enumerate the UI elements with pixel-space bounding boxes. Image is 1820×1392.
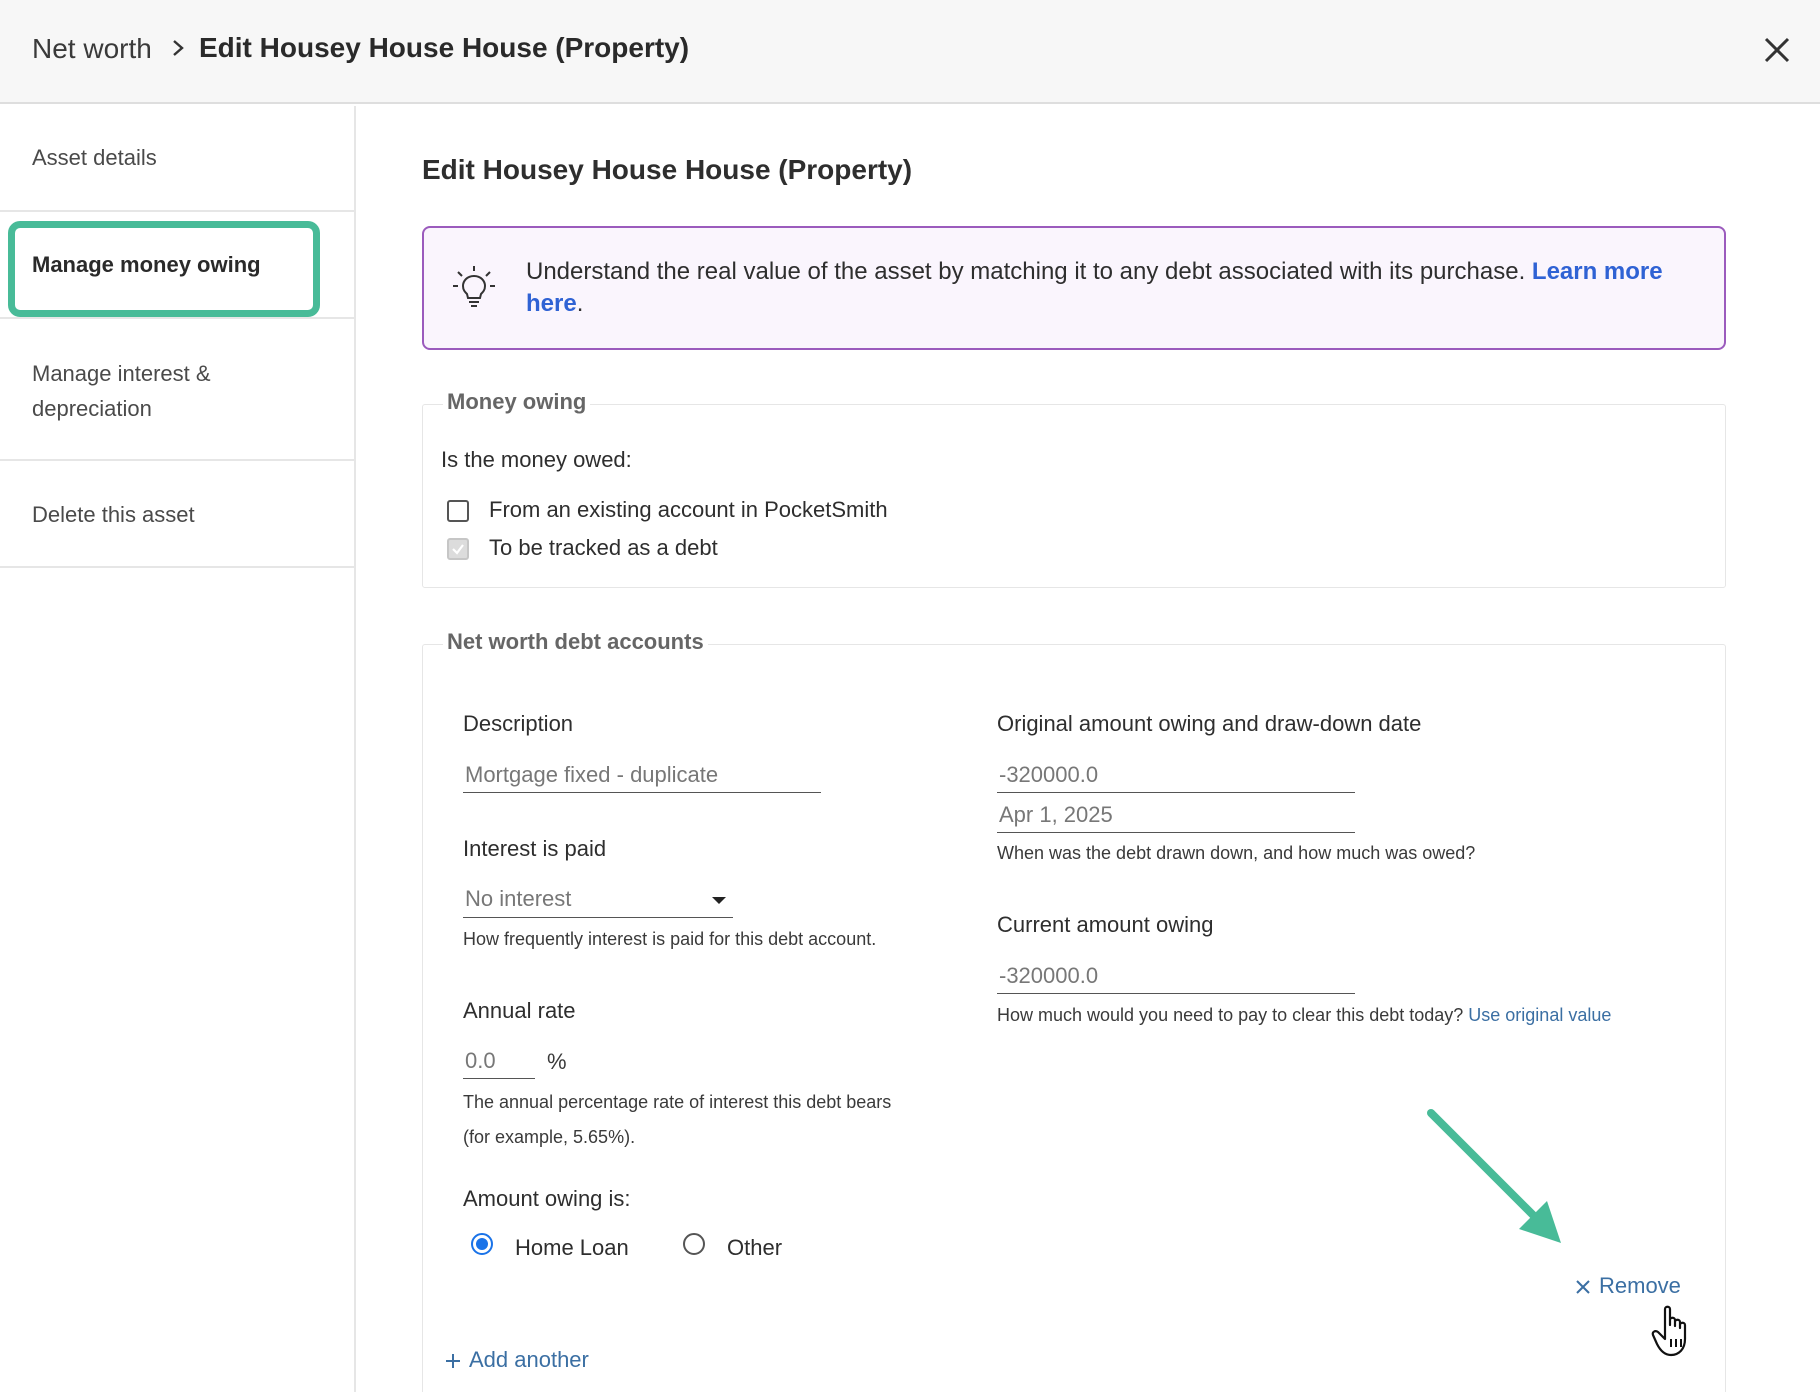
radio-other[interactable]: Other [683, 1229, 813, 1265]
close-icon[interactable] [1762, 35, 1792, 65]
original-amount-input[interactable] [997, 757, 1355, 793]
remove-button[interactable]: Remove [1571, 1269, 1691, 1305]
money-owing-legend: Money owing [443, 389, 591, 415]
info-text: Understand the real value of the asset b… [526, 256, 1706, 320]
radio-home-loan[interactable]: Home Loan [471, 1229, 641, 1265]
debt-accounts-fieldset: Net worth debt accounts Description Inte… [422, 629, 1726, 1392]
sidebar: Asset details Manage money owing Manage … [0, 106, 356, 1392]
sidebar-item-asset-details[interactable]: Asset details [0, 106, 354, 212]
current-amount-hint: How much would you need to pay to clear … [997, 998, 1611, 1033]
current-hint-text: How much would you need to pay to clear … [997, 1005, 1469, 1025]
sidebar-item-manage-interest[interactable]: Manage interest & depreciation [0, 319, 354, 461]
use-original-value-link[interactable]: Use original value [1468, 1005, 1611, 1025]
interest-select-value: No interest [465, 886, 572, 911]
info-message: Understand the real value of the asset b… [526, 258, 1532, 285]
original-amount-hint: When was the debt drawn down, and how mu… [997, 843, 1476, 863]
remove-label: Remove [1599, 1273, 1681, 1298]
annotation-arrow [1427, 1109, 1561, 1243]
rate-hint-line1: The annual percentage rate of interest t… [463, 1092, 892, 1112]
draw-down-date-input[interactable] [997, 797, 1355, 833]
breadcrumb-current: Edit Housey House House (Property) [199, 32, 690, 63]
existing-account-label: From an existing account in PocketSmith [489, 497, 888, 522]
breadcrumb-net-worth[interactable]: Net worth [32, 33, 152, 65]
lightbulb-icon [453, 266, 495, 307]
plus-icon [446, 1354, 460, 1368]
current-amount-label: Current amount owing [997, 912, 1214, 937]
other-label: Other [727, 1235, 783, 1260]
sidebar-item-manage-money-owing[interactable]: Manage money owing [0, 212, 354, 319]
rate-hint-line2: (for example, 5.65%). [463, 1127, 636, 1147]
description-label: Description [463, 711, 574, 736]
sidebar-item-label: Manage interest & depreciation [32, 361, 211, 421]
debt-accounts-legend: Net worth debt accounts [443, 629, 708, 655]
current-amount-input[interactable] [997, 958, 1355, 994]
sidebar-item-label: Asset details [32, 145, 157, 170]
sidebar-item-label: Manage money owing [32, 252, 261, 277]
money-owing-fieldset: Money owing Is the money owed: From an e… [422, 389, 1726, 588]
money-owed-question: Is the money owed: [441, 447, 632, 472]
chevron-right-icon [173, 40, 184, 56]
interest-paid-label: Interest is paid [463, 836, 607, 861]
home-loan-radio[interactable] [471, 1233, 493, 1255]
description-input[interactable] [463, 757, 821, 793]
info-suffix: . [576, 290, 584, 317]
annual-rate-label: Annual rate [463, 998, 576, 1023]
tracked-debt-checkbox[interactable] [447, 538, 469, 560]
caret-down-icon [712, 897, 726, 904]
hand-cursor-icon [1651, 1305, 1687, 1357]
header-bar: Net worth Edit Housey House House (Prope… [0, 0, 1820, 104]
amount-owing-type-label: Amount owing is: [463, 1186, 631, 1211]
info-callout: Understand the real value of the asset b… [422, 226, 1726, 350]
checkmark-icon [452, 544, 464, 555]
add-another-label: Add another [469, 1347, 589, 1372]
existing-account-checkbox[interactable] [447, 500, 469, 522]
main-content: Edit Housey House House (Property) Under… [358, 106, 1820, 1392]
original-amount-label: Original amount owing and draw-down date [997, 711, 1422, 736]
sidebar-item-label: Delete this asset [32, 502, 195, 527]
rate-unit: % [547, 1049, 567, 1074]
page-title: Edit Housey House House (Property) [422, 154, 913, 185]
tracked-debt-label: To be tracked as a debt [489, 535, 718, 560]
other-radio[interactable] [683, 1233, 705, 1255]
interest-select[interactable]: No interest [463, 882, 733, 918]
annual-rate-input[interactable] [463, 1043, 535, 1079]
home-loan-label: Home Loan [515, 1235, 629, 1260]
interest-hint: How frequently interest is paid for this… [463, 929, 877, 949]
close-icon [1576, 1280, 1590, 1294]
sidebar-item-delete-asset[interactable]: Delete this asset [0, 461, 354, 568]
add-another-button[interactable]: Add another [443, 1343, 623, 1379]
